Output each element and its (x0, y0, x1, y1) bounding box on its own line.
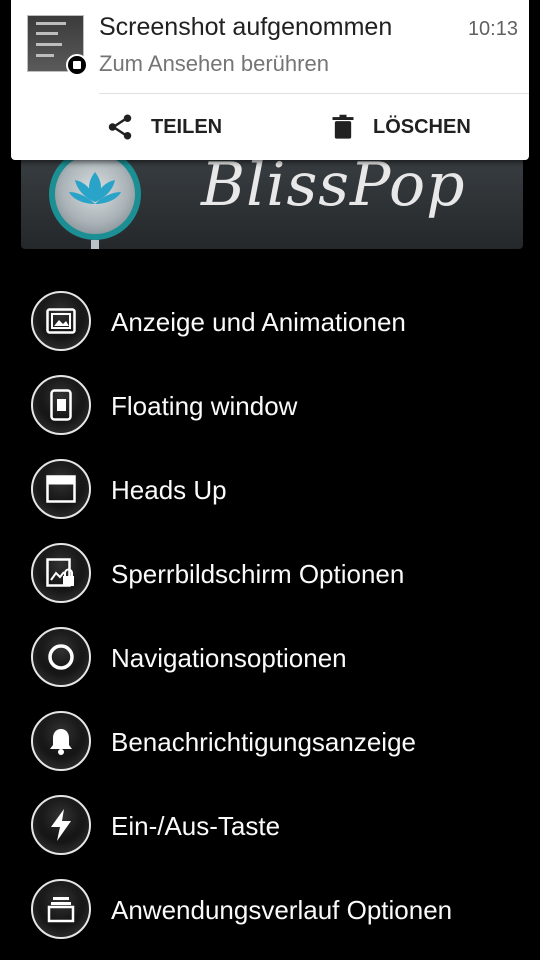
menu-item-lockscreen[interactable]: Sperrbildschirm Optionen (0, 532, 540, 616)
display-animation-icon (31, 291, 91, 351)
notification-divider (99, 93, 529, 94)
trash-icon (332, 114, 354, 139)
notification-title: Screenshot aufgenommen (99, 13, 393, 41)
delete-button[interactable]: LÖSCHEN (329, 104, 471, 150)
menu-item-label: Benachrichtigungsanzeige (111, 727, 416, 757)
blisspop-banner: BlissPop (21, 150, 523, 249)
notification-time: 10:13 (467, 18, 518, 40)
menu-item-label: Ein-/Aus-Taste (111, 811, 281, 841)
share-label: TEILEN (151, 115, 223, 138)
menu-item-display-animations[interactable]: Anzeige und Animationen (0, 280, 540, 364)
menu-item-label: Heads Up (111, 475, 227, 505)
menu-item-label: Anzeige und Animationen (111, 307, 406, 337)
menu-item-label: Navigationsoptionen (111, 643, 347, 673)
menu-item-label: Sperrbildschirm Optionen (111, 559, 405, 589)
bell-icon (31, 711, 91, 771)
share-icon (108, 114, 132, 140)
menu-item-power-button[interactable]: Ein-/Aus-Taste (0, 784, 540, 868)
logo-stem (91, 240, 99, 249)
heads-up-icon (31, 459, 91, 519)
screenshot-notification[interactable]: Screenshot aufgenommen 10:13 Zum Ansehen… (11, 0, 529, 160)
lockscreen-icon (31, 543, 91, 603)
image-badge-icon (66, 54, 88, 76)
recents-icon (31, 879, 91, 939)
lotus-logo-icon (49, 150, 141, 240)
delete-label: LÖSCHEN (373, 115, 471, 138)
menu-item-recents[interactable]: Anwendungsverlauf Optionen (0, 868, 540, 952)
menu-item-navigation[interactable]: Navigationsoptionen (0, 616, 540, 700)
brand-text: BlissPop (201, 150, 466, 220)
menu-item-notifications[interactable]: Benachrichtigungsanzeige (0, 700, 540, 784)
menu-item-heads-up[interactable]: Heads Up (0, 448, 540, 532)
menu-item-label: Floating window (111, 391, 298, 421)
menu-item-floating-window[interactable]: Floating window (0, 364, 540, 448)
navigation-circle-icon (31, 627, 91, 687)
notification-subtitle: Zum Ansehen berühren (99, 51, 329, 76)
share-button[interactable]: TEILEN (105, 104, 222, 150)
power-bolt-icon (31, 795, 91, 855)
floating-window-icon (31, 375, 91, 435)
menu-item-label: Anwendungsverlauf Optionen (111, 895, 453, 925)
